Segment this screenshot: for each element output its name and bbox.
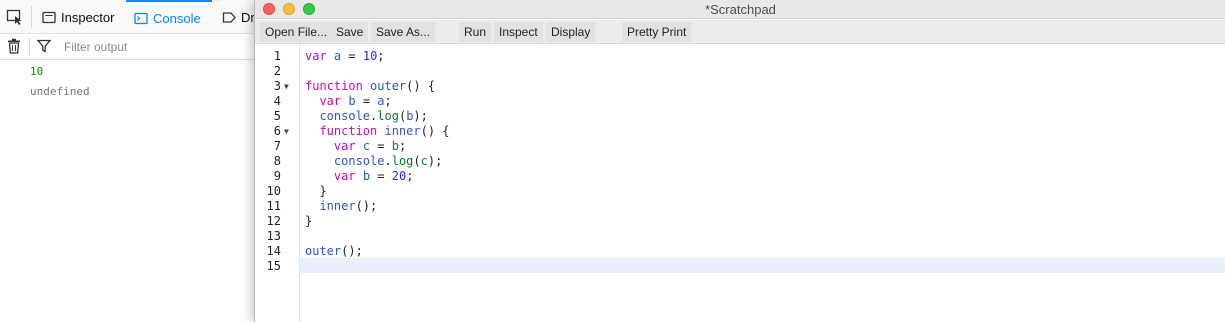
window-title: *Scratchpad bbox=[705, 2, 776, 17]
debugger-icon bbox=[222, 11, 236, 24]
divider bbox=[31, 6, 32, 28]
divider bbox=[29, 38, 30, 56]
code-text: outer(); bbox=[305, 244, 363, 258]
fold-arrow-icon[interactable]: ▼ bbox=[284, 124, 289, 139]
scratchpad-toolbar: Open File... Save Save As... Run Inspect… bbox=[255, 20, 1225, 44]
console-output: 10 undefined bbox=[0, 62, 254, 102]
line-number: 11 bbox=[266, 199, 281, 213]
tab-label: Inspector bbox=[61, 9, 115, 25]
code-line[interactable]: 15 bbox=[255, 259, 1225, 274]
code-editor[interactable]: 1 var a = 10; 2 3 ▼ function outer() {4 var b… bbox=[255, 44, 1225, 322]
code-line[interactable]: 6 ▼ function inner() { bbox=[255, 124, 1225, 139]
line-number: 4 bbox=[273, 94, 281, 108]
code-text: } bbox=[305, 184, 327, 198]
line-number: 15 bbox=[266, 259, 281, 273]
code-line[interactable]: 7 var c = b; bbox=[255, 139, 1225, 154]
line-number: 5 bbox=[273, 109, 281, 123]
line-number: 12 bbox=[266, 214, 281, 228]
display-button[interactable]: Display bbox=[546, 22, 596, 42]
tab-label: Console bbox=[153, 10, 201, 26]
element-picker-icon[interactable] bbox=[6, 8, 24, 26]
tab-inspector[interactable]: Inspector bbox=[34, 0, 122, 34]
code-line[interactable]: 2 bbox=[255, 64, 1225, 79]
open-file-button[interactable]: Open File... bbox=[260, 22, 333, 42]
line-number: 6 bbox=[273, 124, 281, 138]
code-line[interactable]: 9 var b = 20; bbox=[255, 169, 1225, 184]
inspector-icon bbox=[42, 11, 56, 24]
code-line[interactable]: 4 var b = a; bbox=[255, 94, 1225, 109]
filter-output-input[interactable] bbox=[58, 37, 238, 57]
filter-icon[interactable] bbox=[36, 39, 52, 53]
save-button[interactable]: Save bbox=[331, 22, 369, 42]
scratchpad-window: *Scratchpad Open File... Save Save As...… bbox=[254, 0, 1225, 322]
maximize-window-button[interactable] bbox=[303, 3, 315, 15]
inspect-button[interactable]: Inspect bbox=[494, 22, 543, 42]
code-text: } bbox=[305, 214, 313, 228]
tab-console[interactable]: Console bbox=[126, 0, 212, 34]
code-line[interactable]: 5 console.log(b); bbox=[255, 109, 1225, 124]
code-line[interactable]: 10 } bbox=[255, 184, 1225, 199]
line-number: 9 bbox=[273, 169, 281, 183]
fold-arrow-icon[interactable]: ▼ bbox=[284, 79, 289, 94]
code-line[interactable]: 3 ▼ function outer() { bbox=[255, 79, 1225, 94]
code-line[interactable]: 13 bbox=[255, 229, 1225, 244]
code-line[interactable]: 11 inner(); bbox=[255, 199, 1225, 214]
trash-icon[interactable] bbox=[7, 38, 21, 54]
run-button[interactable]: Run bbox=[459, 22, 492, 42]
line-number: 1 bbox=[273, 49, 281, 63]
line-number: 14 bbox=[266, 244, 281, 258]
line-number: 3 bbox=[273, 79, 281, 93]
console-message: 10 bbox=[30, 65, 44, 78]
code-text: var c = b; bbox=[333, 139, 407, 153]
line-number: 10 bbox=[266, 184, 281, 198]
code-text: var b = a; bbox=[319, 94, 392, 108]
close-window-button[interactable] bbox=[263, 3, 275, 15]
tab-label: Dr bbox=[241, 9, 255, 25]
code-line[interactable]: 8 console.log(c); bbox=[255, 154, 1225, 169]
code-text: var b = 20; bbox=[333, 169, 414, 183]
code-text: console.log(c); bbox=[333, 154, 443, 168]
code-text: var a = 10; bbox=[305, 49, 385, 63]
line-number: 7 bbox=[273, 139, 281, 153]
code-line[interactable]: 14 outer(); bbox=[255, 244, 1225, 259]
line-number: 8 bbox=[273, 154, 281, 168]
save-as-button[interactable]: Save As... bbox=[371, 22, 436, 42]
code-text: function outer() { bbox=[305, 79, 436, 93]
code-text: function inner() { bbox=[319, 124, 450, 138]
line-number: 2 bbox=[273, 64, 281, 78]
code-text: console.log(b); bbox=[319, 109, 428, 123]
console-icon bbox=[134, 12, 148, 25]
pretty-print-button[interactable]: Pretty Print bbox=[622, 22, 692, 42]
code-line[interactable]: 12} bbox=[255, 214, 1225, 229]
console-message: undefined bbox=[30, 85, 90, 98]
title-bar[interactable]: *Scratchpad bbox=[255, 0, 1225, 19]
code-line[interactable]: 1 var a = 10; bbox=[255, 49, 1225, 64]
minimize-window-button[interactable] bbox=[283, 3, 295, 15]
code-text: inner(); bbox=[319, 199, 378, 213]
line-number: 13 bbox=[266, 229, 281, 243]
